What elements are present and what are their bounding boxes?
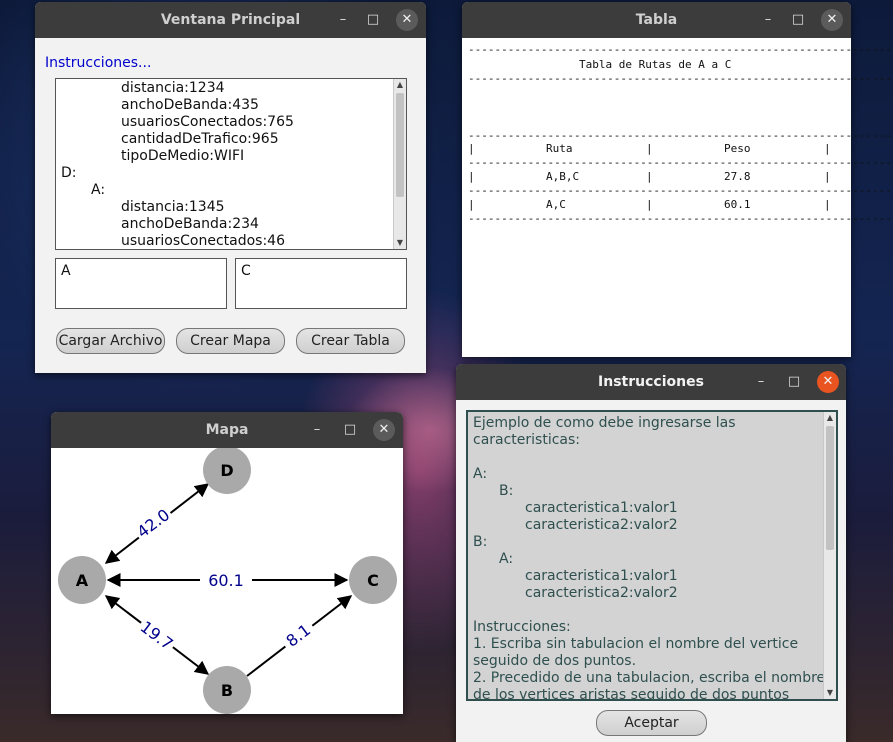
instruction-line: A: — [473, 466, 488, 482]
instructions-link[interactable]: Instrucciones... — [45, 55, 151, 71]
file-text-area[interactable]: distancia:1234 anchoDeBanda:435 usuariosCo… — [55, 78, 407, 250]
table-bar: | — [824, 142, 831, 155]
instruction-line: caracteristica1:valor1 — [525, 500, 678, 516]
map-titlebar[interactable]: Mapa – □ ✕ — [51, 412, 403, 448]
scroll-down-icon[interactable]: ▼ — [394, 237, 406, 249]
node-label-C: C — [367, 571, 379, 590]
edge-label-A-C: 60.1 — [208, 571, 244, 590]
origin-input[interactable]: A — [55, 258, 227, 309]
minimize-icon[interactable]: – — [306, 419, 328, 441]
file-line: anchoDeBanda:435 — [121, 97, 259, 113]
maximize-icon[interactable]: □ — [362, 9, 384, 31]
create-map-button[interactable]: Crear Mapa — [176, 328, 285, 354]
table-rule: ----------------------------------------… — [468, 43, 893, 56]
vertical-scrollbar[interactable]: ▲ ▼ — [823, 412, 836, 699]
minimize-icon[interactable]: – — [757, 9, 779, 31]
destination-input[interactable]: C — [235, 258, 407, 309]
close-icon[interactable]: ✕ — [817, 371, 839, 393]
scroll-thumb[interactable] — [826, 426, 834, 550]
file-line: distancia:1345 — [121, 199, 225, 215]
vertical-scrollbar[interactable]: ▲ ▼ — [393, 79, 406, 249]
origin-value: A — [61, 263, 71, 279]
instructions-titlebar[interactable]: Instrucciones – □ ✕ — [456, 364, 846, 400]
node-label-B: B — [221, 681, 233, 700]
instruction-line: 2. Precedido de una tabulacion, escriba … — [473, 670, 826, 686]
load-file-button[interactable]: Cargar Archivo — [56, 328, 165, 354]
file-line: A: — [91, 182, 106, 198]
instruction-line: caracteristicas: — [473, 432, 581, 448]
table-bar: | — [646, 198, 653, 211]
instruction-line: A: — [499, 551, 514, 567]
graph-canvas: 60.1 42.0 19.7 8.1 D A C B — [58, 448, 397, 714]
instruction-line: caracteristica2:valor2 — [525, 517, 678, 533]
column-header-route: Ruta — [546, 142, 573, 155]
table-bar: | — [824, 170, 831, 183]
minimize-icon[interactable]: – — [750, 371, 772, 393]
principal-titlebar[interactable]: Ventana Principal – □ ✕ — [35, 2, 426, 38]
instruction-line: Instrucciones: — [473, 619, 571, 635]
file-line: distancia:1234 — [121, 80, 225, 96]
close-icon[interactable]: ✕ — [396, 9, 418, 31]
node-label-D: D — [220, 461, 233, 480]
table-heading: Tabla de Rutas de A a C — [579, 58, 732, 71]
table-bar: | — [646, 142, 653, 155]
instruction-line: caracteristica1:valor1 — [525, 568, 678, 584]
instructions-window: Instrucciones – □ ✕ Ejemplo de como debe… — [456, 364, 846, 742]
maximize-icon[interactable]: □ — [339, 419, 361, 441]
table-bar: | — [468, 142, 475, 155]
maximize-icon[interactable]: □ — [783, 371, 805, 393]
close-icon[interactable]: ✕ — [373, 419, 395, 441]
create-table-button[interactable]: Crear Tabla — [296, 328, 405, 354]
file-line: anchoDeBanda:234 — [121, 216, 259, 232]
file-line: tipoDeMedio:WIFI — [121, 148, 245, 164]
column-header-weight: Peso — [724, 142, 751, 155]
table-bar: | — [646, 170, 653, 183]
table-rule: ----------------------------------------… — [468, 129, 893, 142]
scroll-up-icon[interactable]: ▲ — [824, 412, 836, 424]
table-bar: | — [468, 198, 475, 211]
file-line: usuariosConectados:46 — [121, 233, 285, 249]
table-titlebar[interactable]: Tabla – □ ✕ — [462, 2, 851, 38]
scroll-thumb[interactable] — [396, 93, 404, 197]
table-window: Tabla – □ ✕ ----------------------------… — [462, 2, 893, 357]
instruction-line: B: — [499, 483, 514, 499]
table-rule: ----------------------------------------… — [468, 72, 893, 85]
destination-value: C — [241, 263, 251, 279]
file-line: D: — [61, 165, 77, 181]
instruction-line: seguido de dos puntos. — [473, 653, 637, 669]
map-window: Mapa – □ ✕ 60.1 42.0 19.7 8.1 D A C B — [51, 412, 403, 714]
table-bar: | — [824, 198, 831, 211]
maximize-icon[interactable]: □ — [787, 9, 809, 31]
close-icon[interactable]: ✕ — [821, 9, 843, 31]
table-bar: | — [468, 170, 475, 183]
principal-window: Ventana Principal – □ ✕ Instrucciones...… — [35, 2, 426, 373]
instruction-line: 1. Escriba sin tabulacion el nombre del … — [473, 636, 799, 652]
table-rule: ----------------------------------------… — [468, 184, 893, 197]
instruction-line: de los vertices aristas seguido de dos p… — [473, 687, 790, 701]
instruction-line: caracteristica2:valor2 — [525, 585, 678, 601]
instructions-text-area[interactable]: Ejemplo de como debe ingresarse las carac… — [466, 410, 838, 701]
route-cell: A,B,C — [546, 170, 580, 183]
accept-button[interactable]: Aceptar — [596, 710, 707, 736]
weight-cell: 60.1 — [724, 198, 751, 211]
file-line: cantidadDeTrafico:965 — [121, 131, 279, 147]
table-rule: ----------------------------------------… — [468, 156, 893, 169]
scroll-up-icon[interactable]: ▲ — [394, 79, 406, 91]
instruction-line: Ejemplo de como debe ingresarse las — [473, 415, 736, 431]
file-line: usuariosConectados:765 — [121, 114, 294, 130]
minimize-icon[interactable]: – — [332, 9, 354, 31]
route-cell: A,C — [546, 198, 566, 211]
table-rule: ----------------------------------------… — [468, 212, 893, 225]
node-label-A: A — [76, 571, 89, 590]
weight-cell: 27.8 — [724, 170, 751, 183]
instruction-line: B: — [473, 534, 488, 550]
scroll-down-icon[interactable]: ▼ — [824, 687, 836, 699]
